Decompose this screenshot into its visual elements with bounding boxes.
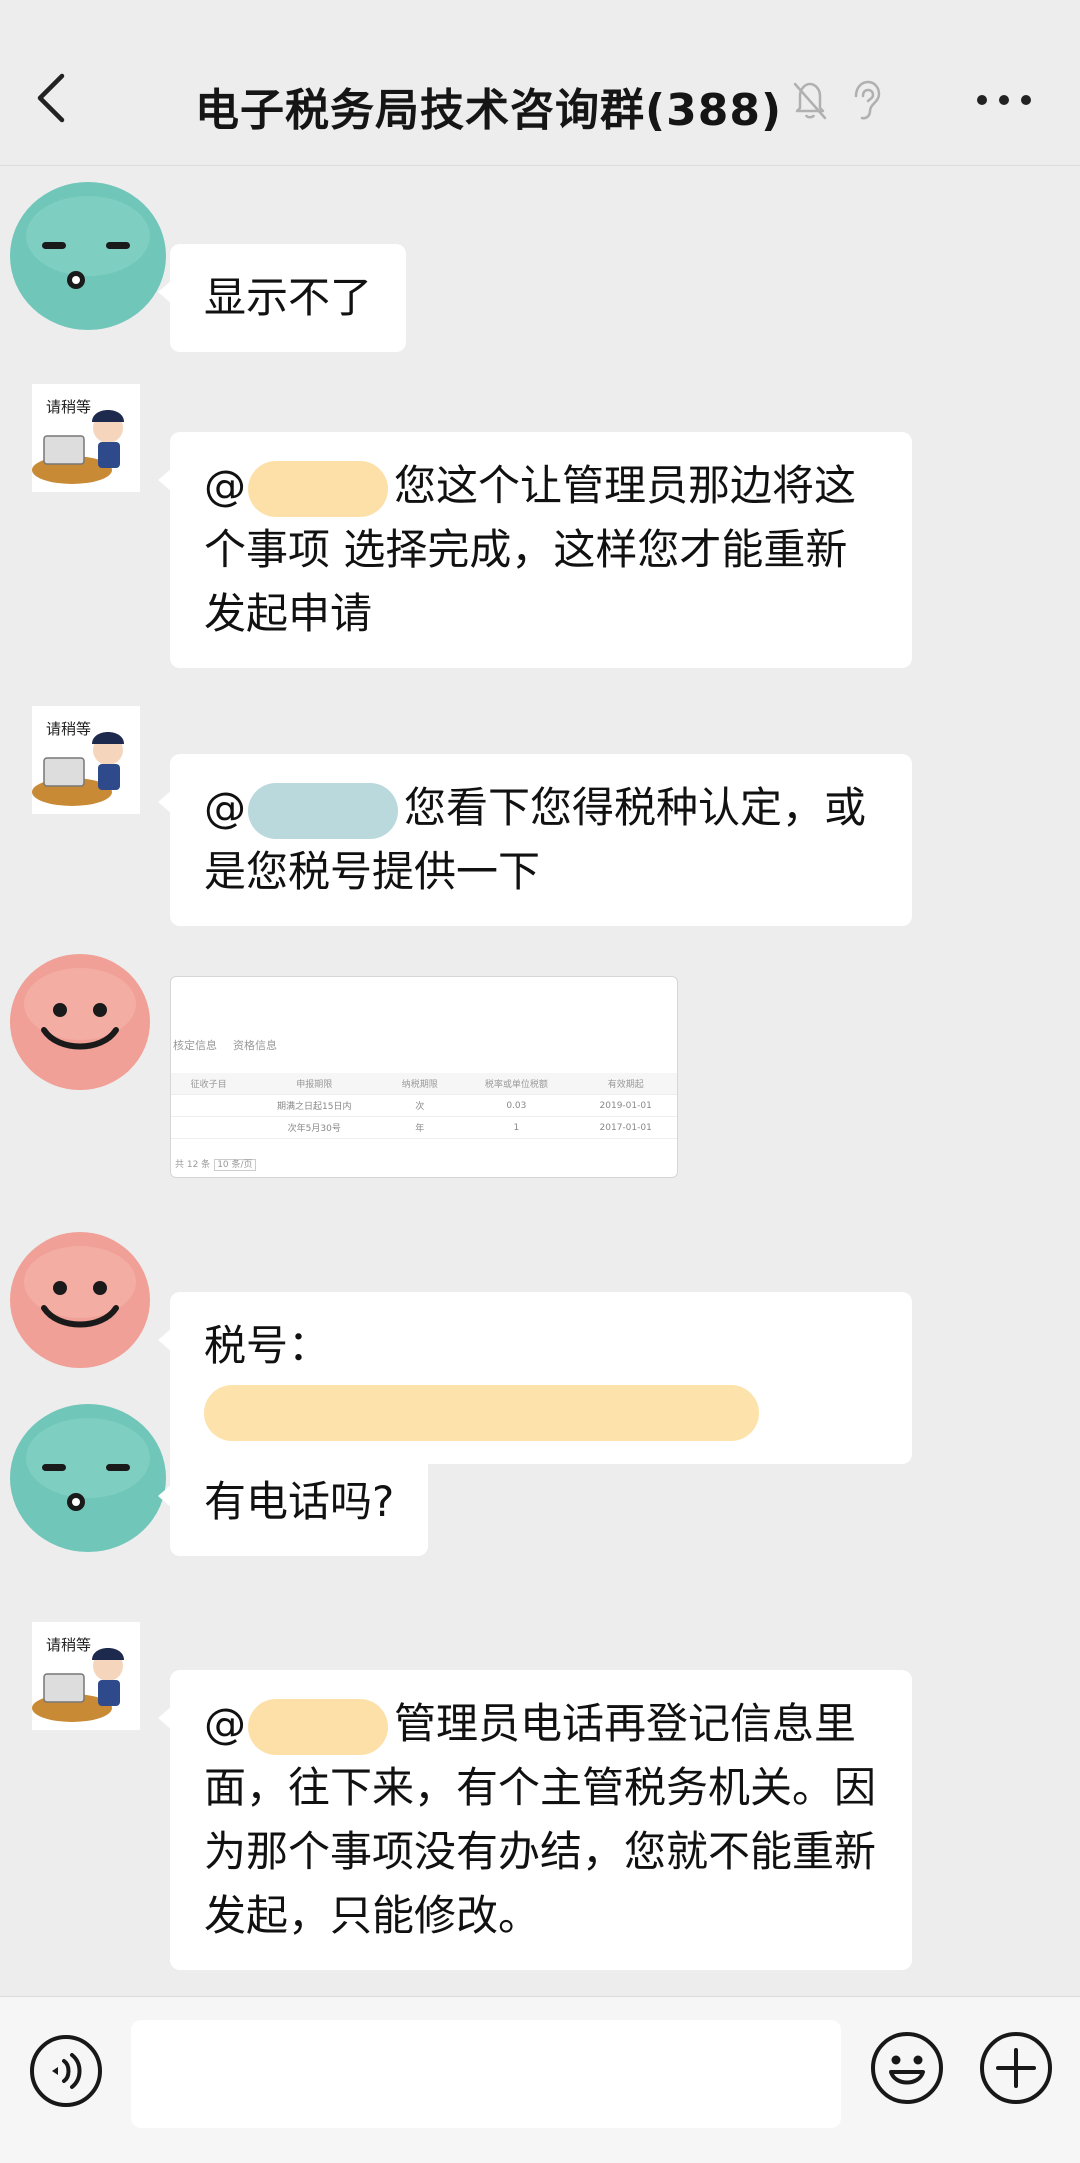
voice-icon[interactable] bbox=[28, 2033, 104, 2109]
pink-smile-avatar[interactable] bbox=[8, 948, 152, 1092]
mention-at: @ bbox=[204, 1699, 246, 1748]
svg-text:请稍等: 请稍等 bbox=[46, 1636, 91, 1654]
redacted-tax-id bbox=[204, 1384, 759, 1441]
message-input[interactable] bbox=[131, 2020, 841, 2128]
emoji-icon[interactable] bbox=[869, 2030, 945, 2106]
image-message[interactable]: 核定信息资格信息 征收子目申报期限 纳税期限税率或单位税额 有效期起有效 期满之… bbox=[170, 976, 678, 1178]
support-agent-avatar[interactable]: 请稍等 bbox=[32, 384, 140, 492]
message-text: 显示不了 bbox=[204, 273, 373, 322]
teal-face-avatar[interactable] bbox=[8, 172, 168, 332]
message-bubble[interactable]: @ 您看下您得税种认定，或是您税号提供一下 bbox=[158, 754, 912, 926]
chat-header: 电子税务局技术咨询群(388) bbox=[0, 0, 1080, 166]
redacted-name bbox=[248, 782, 398, 839]
svg-text:请稍等: 请稍等 bbox=[46, 720, 91, 738]
teal-face-avatar[interactable] bbox=[8, 1394, 168, 1554]
thumb-tabs: 核定信息 资格信息 bbox=[173, 1039, 277, 1052]
more-dots-icon[interactable] bbox=[976, 92, 1032, 108]
message-bubble[interactable]: 有电话吗? bbox=[157, 1448, 429, 1556]
bell-off-icon bbox=[793, 82, 827, 120]
input-bar bbox=[0, 1996, 1080, 2163]
support-agent-avatar[interactable]: 请稍等 bbox=[32, 1622, 140, 1730]
message-bubble[interactable]: 显示不了 bbox=[157, 244, 407, 352]
message-bubble[interactable]: @ 您这个让管理员那边将这个事项 选择完成，这样您才能重新发起申请 bbox=[158, 432, 912, 668]
plus-icon[interactable] bbox=[978, 2030, 1054, 2106]
chat-title: 电子税务局技术咨询群(388) bbox=[195, 85, 783, 136]
mention-at: @ bbox=[204, 783, 246, 832]
mention-at: @ bbox=[204, 461, 246, 510]
pink-smile-avatar[interactable] bbox=[8, 1226, 152, 1370]
avatar-caption: 请稍等 bbox=[46, 398, 91, 416]
ear-icon bbox=[854, 80, 881, 120]
redacted-name bbox=[248, 1698, 388, 1755]
chevron-left-icon[interactable] bbox=[30, 70, 74, 126]
redacted-name bbox=[248, 460, 388, 517]
thumb-table: 征收子目申报期限 纳税期限税率或单位税额 有效期起有效 期满之日起15日内 次0… bbox=[171, 1073, 677, 1139]
message-bubble[interactable]: @ 管理员电话再登记信息里面，往下来，有个主管税务机关。因为那个事项没有办结，您就… bbox=[158, 1670, 912, 1970]
message-text: 税号： bbox=[204, 1321, 331, 1370]
message-text: 有电话吗? bbox=[204, 1477, 395, 1526]
message-bubble[interactable]: 税号： bbox=[158, 1292, 912, 1464]
chat-area[interactable]: 显示不了 请稍等 @ 您这个让管理员那边将这个事项 选择完成，这样您才能重新发起申… bbox=[0, 166, 1080, 1996]
thumb-pager: 共 12 条 10 条/页 bbox=[175, 1157, 256, 1171]
support-agent-avatar[interactable]: 请稍等 bbox=[32, 706, 140, 814]
